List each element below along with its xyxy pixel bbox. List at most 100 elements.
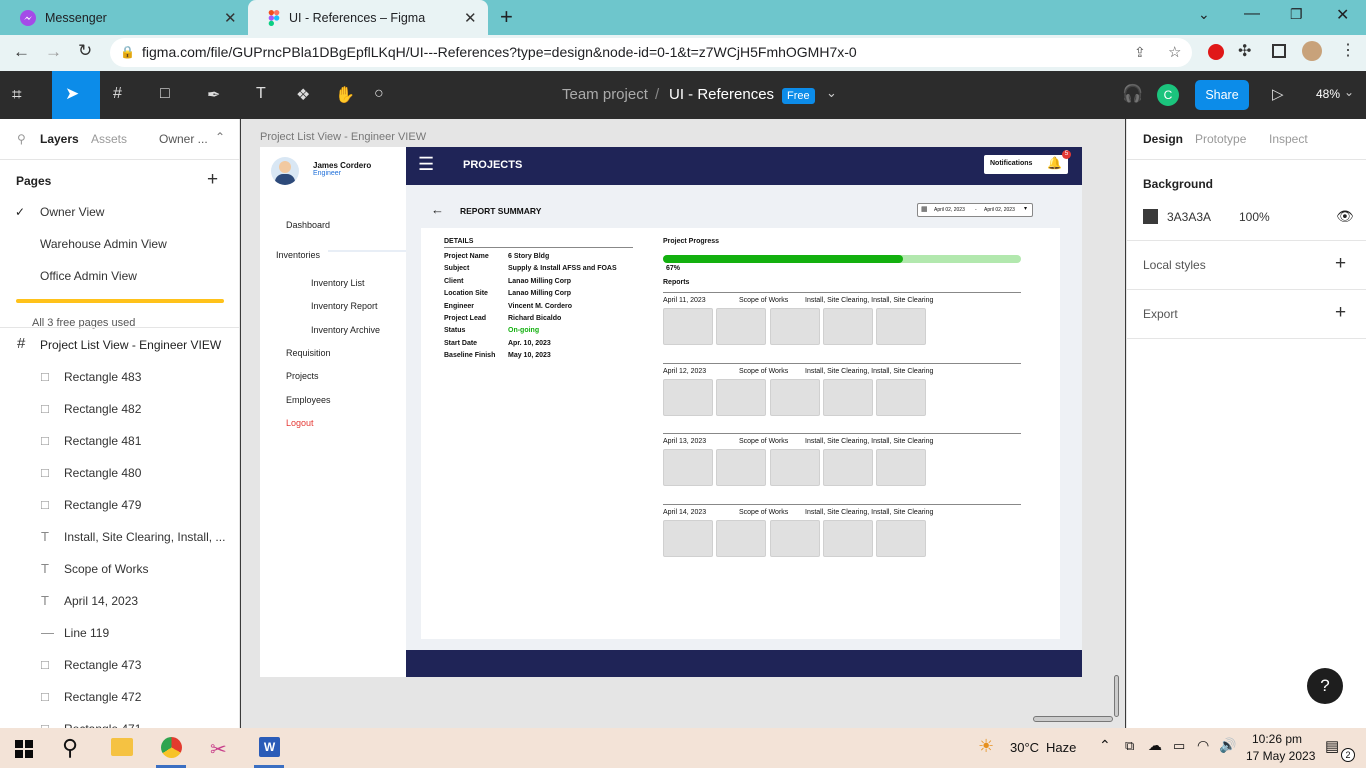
- collapse-pages-icon[interactable]: ⌃: [215, 130, 225, 144]
- visibility-eye-icon[interactable]: 👁: [1336, 208, 1354, 225]
- add-export-icon[interactable]: +: [1335, 302, 1346, 324]
- bookmark-star-icon[interactable]: ☆: [1168, 38, 1181, 67]
- layer-item[interactable]: April 14, 2023: [64, 594, 138, 608]
- engineer-view-frame[interactable]: James Cordero Engineer Dashboard Inventor…: [260, 147, 1082, 677]
- figma-canvas[interactable]: Project List View - Engineer VIEW James …: [241, 119, 1125, 728]
- layer-item[interactable]: Rectangle 480: [64, 466, 141, 480]
- tab-inspect[interactable]: Inspect: [1269, 132, 1308, 146]
- wifi-icon[interactable]: ◠: [1197, 737, 1209, 754]
- help-button[interactable]: ?: [1307, 668, 1343, 704]
- tab-search-icon[interactable]: ⌄: [1198, 6, 1210, 23]
- url-field[interactable]: 🔒 figma.com/file/GUPrncPBla1DBgEpflLKqH/…: [110, 38, 1192, 67]
- report-image-thumbnail[interactable]: [663, 449, 713, 486]
- tab-prototype[interactable]: Prototype: [1195, 132, 1246, 146]
- components-icon[interactable]: ❖: [296, 85, 310, 105]
- user-avatar[interactable]: C: [1157, 84, 1179, 106]
- sidebar-item[interactable]: Inventories: [276, 250, 320, 260]
- weather-temp[interactable]: 30°C: [1010, 740, 1039, 755]
- sidebar-item[interactable]: Inventory List: [311, 278, 365, 288]
- report-image-thumbnail[interactable]: [716, 449, 767, 486]
- rectangle-tool-icon[interactable]: □: [160, 85, 170, 103]
- sidebar-item[interactable]: Logout: [286, 418, 314, 428]
- word-icon[interactable]: W: [259, 737, 280, 757]
- onedrive-icon[interactable]: ☁: [1148, 737, 1162, 754]
- clock-date[interactable]: 17 May 2023: [1246, 749, 1315, 763]
- page-item[interactable]: Owner View: [40, 205, 104, 219]
- chrome-icon[interactable]: [161, 737, 182, 758]
- zoom-chevron-icon[interactable]: ⌄: [1344, 85, 1354, 99]
- page-item[interactable]: Office Admin View: [40, 269, 137, 283]
- layer-item[interactable]: Rectangle 481: [64, 434, 141, 448]
- layer-item[interactable]: Scope of Works: [64, 562, 148, 576]
- team-name[interactable]: Team project: [562, 86, 648, 103]
- tab-layers[interactable]: Layers: [40, 132, 79, 146]
- sidebar-item[interactable]: Requisition: [286, 348, 331, 358]
- report-image-thumbnail[interactable]: [663, 519, 713, 557]
- sidebar-item[interactable]: Inventory Archive: [311, 325, 380, 335]
- report-image-thumbnail[interactable]: [822, 308, 873, 345]
- share-button[interactable]: Share: [1195, 80, 1249, 110]
- report-image-thumbnail[interactable]: [716, 378, 767, 416]
- file-explorer-icon[interactable]: [111, 738, 133, 756]
- report-image-thumbnail[interactable]: [876, 449, 927, 486]
- extensions-icon[interactable]: ✣: [1238, 41, 1251, 61]
- page-item[interactable]: Warehouse Admin View: [40, 237, 167, 251]
- share-page-icon[interactable]: ⇪: [1134, 38, 1146, 67]
- main-menu-icon[interactable]: ⌗: [12, 85, 22, 105]
- text-tool-icon[interactable]: T: [256, 85, 266, 103]
- hamburger-menu-icon[interactable]: ☰: [418, 155, 434, 173]
- notifications-button[interactable]: Notifications 🔔 5: [984, 150, 1071, 174]
- add-page-icon[interactable]: +: [207, 169, 218, 191]
- comment-tool-icon[interactable]: ○: [374, 85, 384, 103]
- battery-icon[interactable]: ▭: [1173, 738, 1185, 754]
- sidebar-item[interactable]: Projects: [286, 371, 319, 381]
- weather-desc[interactable]: Haze: [1046, 740, 1076, 755]
- background-swatch[interactable]: [1143, 209, 1158, 224]
- forward-icon[interactable]: →: [45, 42, 62, 62]
- layer-item[interactable]: Line 119: [64, 626, 109, 640]
- clock-time[interactable]: 10:26 pm: [1252, 732, 1302, 746]
- vertical-scrollbar[interactable]: [1114, 675, 1119, 717]
- restore-icon[interactable]: ❐: [1290, 6, 1303, 23]
- layer-item[interactable]: Rectangle 473: [64, 658, 141, 672]
- notification-center-icon[interactable]: ▤: [1325, 737, 1339, 755]
- camera-icon[interactable]: ⧉: [1125, 738, 1134, 754]
- tray-chevron-icon[interactable]: ⌃: [1099, 737, 1111, 754]
- horizontal-scrollbar[interactable]: [1033, 716, 1113, 722]
- report-image-thumbnail[interactable]: [876, 308, 927, 345]
- browser-menu-icon[interactable]: ⋮: [1340, 40, 1356, 60]
- tab-figma[interactable]: UI - References – Figma ✕: [248, 0, 488, 35]
- report-image-thumbnail[interactable]: [822, 519, 873, 557]
- file-name[interactable]: UI - References: [669, 86, 774, 103]
- search-icon[interactable]: ⚲: [62, 735, 78, 761]
- frame-label[interactable]: Project List View - Engineer VIEW: [260, 131, 426, 143]
- new-tab-icon[interactable]: +: [500, 4, 513, 30]
- back-icon[interactable]: ←: [13, 42, 30, 62]
- windows-start-icon[interactable]: [15, 740, 33, 758]
- opera-extension-icon[interactable]: [1208, 44, 1224, 60]
- frame-layer-name[interactable]: Project List View - Engineer VIEW: [40, 338, 221, 352]
- tab-design[interactable]: Design: [1143, 132, 1183, 146]
- close-tab-icon[interactable]: ✕: [224, 9, 237, 27]
- date-range-picker[interactable]: ▦ April 02, 2023 - April 02, 2023 ▾: [917, 203, 1033, 217]
- layer-item[interactable]: Rectangle 482: [64, 402, 141, 416]
- snipping-tool-icon[interactable]: ✂: [210, 737, 227, 762]
- close-tab-icon[interactable]: ✕: [464, 9, 477, 27]
- page-switcher[interactable]: Owner ...: [159, 132, 208, 146]
- report-image-thumbnail[interactable]: [769, 519, 820, 557]
- report-image-thumbnail[interactable]: [716, 308, 767, 345]
- profile-avatar[interactable]: [1302, 41, 1322, 61]
- tab-messenger[interactable]: Messenger ✕: [0, 0, 248, 35]
- layer-item[interactable]: Rectangle 479: [64, 498, 141, 512]
- file-menu-chevron-icon[interactable]: ⌄: [826, 85, 837, 101]
- present-icon[interactable]: ▷: [1272, 85, 1284, 103]
- volume-icon[interactable]: 🔊: [1219, 737, 1236, 754]
- report-image-thumbnail[interactable]: [769, 378, 820, 416]
- pen-tool-icon[interactable]: ✒: [207, 85, 220, 105]
- zoom-level[interactable]: 48%: [1316, 87, 1340, 101]
- sidebar-item[interactable]: Inventory Report: [311, 301, 378, 311]
- tab-assets[interactable]: Assets: [91, 132, 127, 146]
- back-arrow-icon[interactable]: ←: [431, 202, 444, 217]
- sidebar-item[interactable]: Dashboard: [286, 220, 330, 230]
- layer-item[interactable]: Rectangle 483: [64, 370, 141, 384]
